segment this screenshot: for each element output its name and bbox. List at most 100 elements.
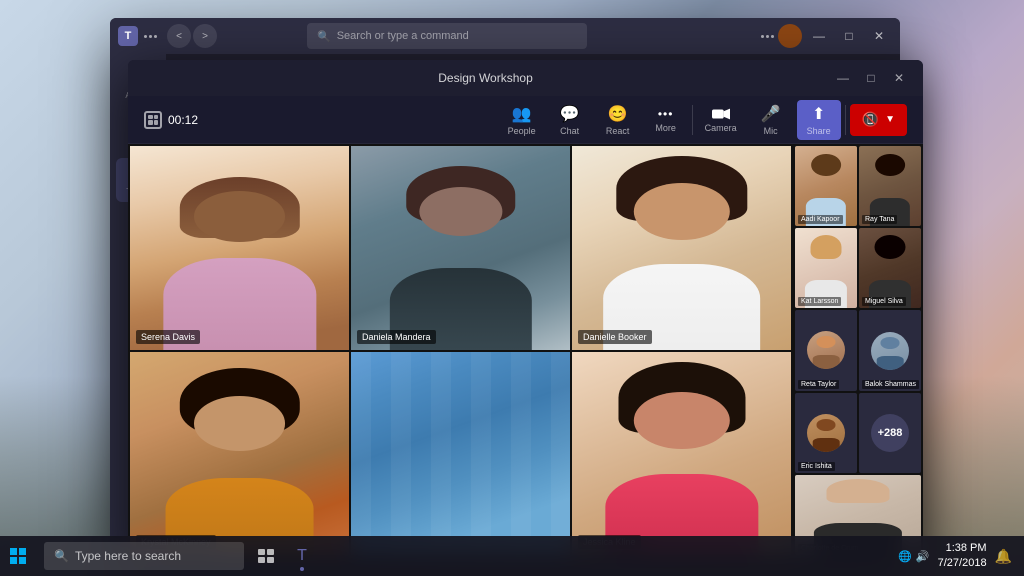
name-kat: Kat Larsson — [798, 297, 841, 306]
name-tag-danielle: Danielle Booker — [578, 330, 652, 344]
person-serena — [130, 146, 349, 350]
name-ray: Ray Tana — [862, 215, 897, 224]
name-aadi: Aadi Kapoor — [798, 215, 843, 224]
nav-forward-button[interactable]: > — [193, 24, 217, 48]
more-label: More — [655, 123, 676, 133]
chat-button[interactable]: 💬 Chat — [548, 100, 592, 140]
thumb-reta: Reta Taylor — [795, 310, 857, 390]
chat-label: Chat — [560, 126, 579, 136]
more-button[interactable]: ••• More — [644, 103, 688, 137]
name-eric: Eric Ishita — [798, 462, 835, 471]
video-cell-6: Jessica Kline — [572, 352, 791, 556]
notification-icon[interactable]: 🔔 — [995, 548, 1012, 565]
call-maximize-button[interactable]: □ — [859, 66, 883, 90]
close-button[interactable]: ✕ — [866, 23, 892, 49]
nav-buttons: < > — [167, 24, 217, 48]
task-view-icon — [258, 549, 274, 563]
dot1 — [144, 35, 147, 38]
search-placeholder: Search or type a command — [337, 30, 469, 42]
camera-icon — [712, 107, 730, 121]
taskbar-clock[interactable]: 1:38 PM 7/27/2018 — [938, 541, 987, 572]
toolbar-divider-2 — [845, 105, 846, 135]
more-count-label: +288 — [878, 427, 903, 439]
call-timer: 00:12 — [144, 111, 198, 129]
share-button[interactable]: ⬆ Share — [797, 100, 841, 140]
thumb-more: +288 — [859, 393, 921, 473]
right-row-3: Reta Taylor Balok Shammas — [795, 310, 921, 390]
end-call-chevron: ▼ — [885, 114, 895, 125]
taskbar: 🔍 Type here to search T 🌐 🔊 1:38 PM 7/27… — [0, 536, 1024, 576]
mic-icon: 🎤 — [761, 104, 781, 124]
dot3 — [771, 35, 774, 38]
call-title: Design Workshop — [140, 71, 831, 85]
nav-back-button[interactable]: < — [167, 24, 191, 48]
network-icon[interactable]: 🌐 — [898, 550, 912, 563]
system-tray-icons: 🌐 🔊 — [898, 550, 929, 563]
share-icon: ⬆ — [812, 104, 825, 124]
right-row-4: Eric Ishita +288 — [795, 393, 921, 473]
react-label: React — [606, 126, 630, 136]
dot3 — [154, 35, 157, 38]
thumb-ray: Ray Tana — [859, 146, 921, 226]
dot2 — [149, 35, 152, 38]
video-cell-4: Krystal McKinney — [130, 352, 349, 556]
name-reta: Reta Taylor — [798, 380, 839, 389]
video-cell-1: Serena Davis — [130, 146, 349, 350]
mic-button[interactable]: 🎤 Mic — [749, 100, 793, 140]
teams-taskbar-icon[interactable]: T — [284, 538, 320, 574]
taskbar-right: 🌐 🔊 1:38 PM 7/27/2018 🔔 — [898, 541, 1024, 572]
video-cell-5 — [351, 352, 570, 556]
timer-display: 00:12 — [168, 113, 198, 127]
teams-logo: T — [118, 26, 138, 46]
task-view-button[interactable] — [248, 538, 284, 574]
call-minimize-button[interactable]: — — [831, 66, 855, 90]
person-jessica — [572, 352, 791, 556]
cell4 — [154, 120, 159, 125]
taskbar-search-icon: 🔍 — [54, 549, 69, 563]
titlebar-right: — □ ✕ — [761, 23, 892, 49]
right-row-2: Kat Larsson Miguel Silva — [795, 228, 921, 308]
windows-logo-icon — [10, 548, 26, 564]
right-participants-panel: Aadi Kapoor Ray Tana Kat L — [793, 144, 923, 557]
call-window: Design Workshop — □ ✕ 00:12 👥 People — [128, 60, 923, 557]
react-button[interactable]: 😊 React — [596, 100, 640, 140]
share-label: Share — [807, 126, 831, 136]
video-cell-2: Daniela Mandera — [351, 146, 570, 350]
more-icon: ••• — [658, 107, 674, 121]
end-call-icon: 📵 — [862, 111, 879, 128]
name-miguel: Miguel Silva — [862, 297, 906, 306]
dot1 — [761, 35, 764, 38]
react-icon: 😊 — [608, 104, 628, 124]
name-tag-daniela: Daniela Mandera — [357, 330, 436, 344]
time-display: 1:38 PM — [946, 541, 987, 556]
dot2 — [766, 35, 769, 38]
toolbar-right: 👥 People 💬 Chat 😊 React ••• More — [500, 100, 907, 140]
camera-button[interactable]: Camera — [697, 103, 745, 137]
cell2 — [154, 115, 159, 120]
more-options-dots[interactable] — [761, 35, 774, 38]
minimize-button[interactable]: — — [806, 23, 832, 49]
start-button[interactable] — [0, 538, 36, 574]
grid-icon — [144, 111, 162, 129]
person-danielle — [572, 146, 791, 350]
end-call-button[interactable]: 📵 ▼ — [850, 104, 907, 136]
outer-search-bar[interactable]: 🔍 Search or type a command — [307, 23, 587, 49]
call-content: Serena Davis Daniela Mandera — [128, 144, 923, 557]
thumb-miguel: Miguel Silva — [859, 228, 921, 308]
call-close-button[interactable]: ✕ — [887, 66, 911, 90]
volume-icon[interactable]: 🔊 — [916, 550, 930, 563]
people-label: People — [508, 126, 536, 136]
outer-menu-dots[interactable] — [144, 35, 157, 38]
taskbar-search[interactable]: 🔍 Type here to search — [44, 542, 244, 570]
maximize-button[interactable]: □ — [836, 23, 862, 49]
chat-icon: 💬 — [560, 104, 580, 124]
user-avatar[interactable] — [778, 24, 802, 48]
thumb-eric: Eric Ishita — [795, 393, 857, 473]
call-toolbar: 00:12 👥 People 💬 Chat 😊 React ••• More — [128, 96, 923, 144]
people-button[interactable]: 👥 People — [500, 100, 544, 140]
search-icon: 🔍 — [317, 30, 331, 43]
teams-indicator — [300, 567, 304, 571]
outer-titlebar: T < > 🔍 Search or type a command — □ ✕ — [110, 18, 900, 54]
name-tag-serena: Serena Davis — [136, 330, 200, 344]
toolbar-divider — [692, 105, 693, 135]
